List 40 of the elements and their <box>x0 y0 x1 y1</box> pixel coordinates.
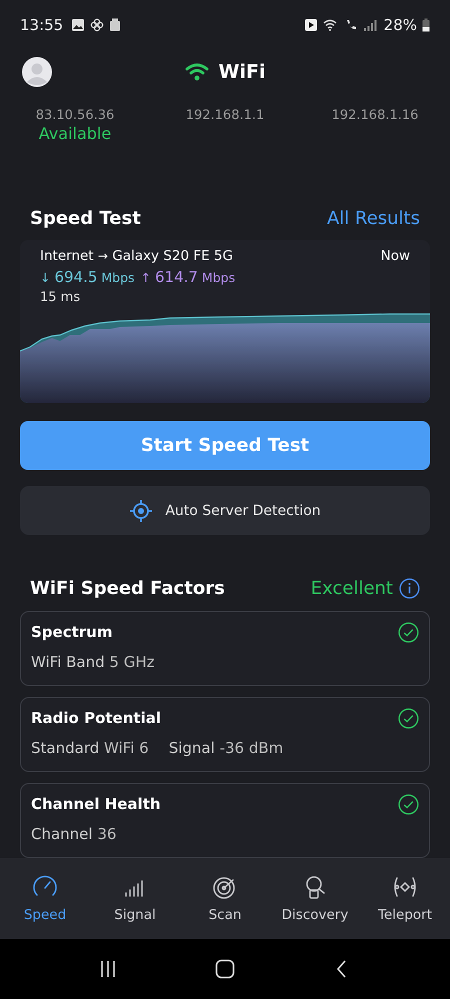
auto-server-detection-button[interactable]: Auto Server Detection <box>20 486 430 536</box>
signal-status-icon <box>362 18 377 32</box>
factor-detail: Channel 36 <box>31 824 116 843</box>
factor-title: Spectrum <box>31 623 112 642</box>
device-address: 192.168.1.16 <box>332 108 418 124</box>
factor-detail: Signal -36 dBm <box>168 738 284 757</box>
home-icon[interactable] <box>214 959 235 980</box>
section-title: Speed Test <box>30 208 142 230</box>
test-time: Now <box>380 248 410 264</box>
download-speed: ↓ 694.5 Mbps <box>40 268 135 286</box>
info-icon[interactable] <box>399 578 420 599</box>
tab[interactable]: Signal <box>90 869 180 928</box>
app-title: WiFi <box>218 60 266 83</box>
latency: 15 ms <box>40 290 82 306</box>
device-status: Available <box>38 124 112 144</box>
status-time: 13:55 <box>20 16 64 34</box>
all-results-link[interactable]: All Results <box>326 208 420 230</box>
battery-percent: 28% <box>384 16 417 34</box>
upload-speed: ↑ 614.7 Mbps <box>140 268 236 286</box>
rating-label: Excellent <box>310 578 393 599</box>
battery-icon <box>422 18 430 32</box>
factor-detail: Standard WiFi 6 <box>31 738 149 757</box>
wifi-status-icon <box>322 18 339 32</box>
tab[interactable]: Scan <box>180 869 270 928</box>
target-icon <box>129 498 154 523</box>
device-address: 83.10.56.36 <box>36 108 114 124</box>
route-label: Internet → Galaxy S20 FE 5G <box>40 248 233 264</box>
factor-title: Radio Potential <box>31 709 161 728</box>
section-title: WiFi Speed Factors <box>30 578 226 599</box>
tab[interactable]: Teleport <box>360 869 450 928</box>
play-icon <box>304 18 318 32</box>
factor-title: Channel Health <box>31 795 161 814</box>
fan-icon <box>90 18 104 32</box>
tab[interactable]: Discovery <box>270 869 360 928</box>
tab[interactable]: Speed <box>0 869 90 928</box>
gallery-icon <box>71 18 86 32</box>
device-address: 192.168.1.1 <box>186 108 264 124</box>
avatar-icon[interactable] <box>22 56 52 87</box>
factor-detail: WiFi Band 5 GHz <box>31 652 155 671</box>
wifi-icon <box>184 62 209 81</box>
